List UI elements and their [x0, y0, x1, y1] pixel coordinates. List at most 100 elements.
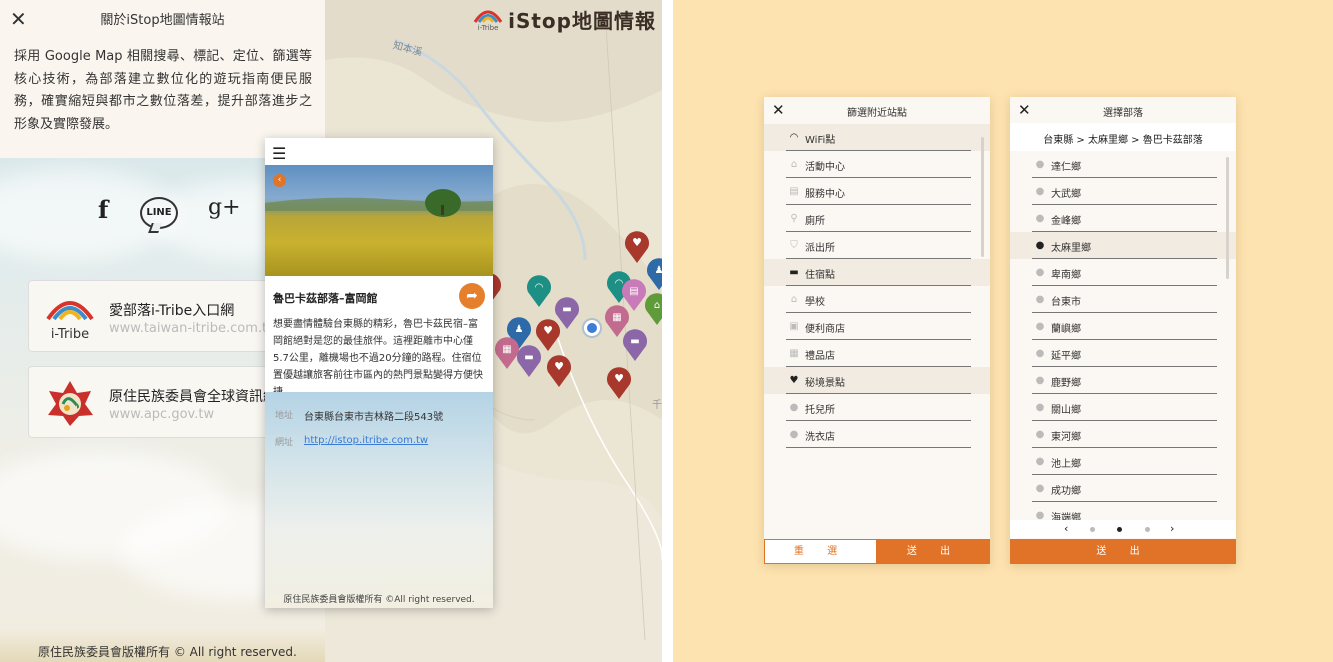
wifi-pin-icon[interactable]: ◠	[525, 272, 553, 308]
pin-icon: ●	[1035, 348, 1045, 359]
tribe-select-panel: ✕ 選擇部落 台東縣 > 太麻里鄉 > 魯巴卡茲部落 ● 達仁鄉 ● 大武鄉 ● 金峰…	[1010, 97, 1236, 564]
svg-text:▬: ▬	[524, 352, 533, 363]
next-page-icon[interactable]: ›	[1170, 522, 1174, 535]
filter-item-police[interactable]: ⛉ 派出所	[764, 232, 990, 259]
itribe-logo-icon: i-Tribe	[472, 6, 504, 32]
pin-icon: ●	[1035, 159, 1045, 170]
current-location-icon	[584, 320, 600, 336]
school-icon: ⌂	[790, 294, 798, 305]
breadcrumb: 台東縣 > 太麻里鄉 > 魯巴卡茲部落	[1043, 135, 1203, 146]
prev-page-icon[interactable]: ‹	[1064, 522, 1068, 535]
scrollbar[interactable]	[1226, 157, 1229, 279]
svg-text:♥: ♥	[543, 324, 553, 337]
filter-item-secret-spot[interactable]: ♥ 秘境景點	[764, 367, 990, 394]
list-item[interactable]: ● 台東市	[1010, 286, 1236, 313]
reset-button[interactable]: 重 選	[764, 539, 877, 564]
hamburger-menu-icon[interactable]: ☰	[272, 144, 286, 163]
heart-pin-icon[interactable]: ♥	[545, 352, 573, 388]
send-button[interactable]: 送 出	[877, 539, 990, 564]
wifi-icon: ◠	[789, 132, 799, 143]
filter-item-wifi[interactable]: ◠ WiFi點	[764, 124, 990, 151]
list-item[interactable]: ● 鹿野鄉	[1010, 367, 1236, 394]
heart-pin-icon[interactable]: ♥	[605, 364, 633, 400]
list-item[interactable]: ● 大武鄉	[1010, 178, 1236, 205]
filter-title: 篩選附近站點	[847, 108, 907, 119]
divider	[662, 0, 673, 662]
istop-brand: i-Tribe iStop地圖情報	[472, 4, 656, 34]
page-dot[interactable]	[1145, 527, 1150, 532]
filter-item-toilet[interactable]: ⚲ 廁所	[764, 205, 990, 232]
place-photo: ‹	[265, 165, 493, 276]
pagination: ‹ ›	[1010, 520, 1236, 538]
filter-item-school[interactable]: ⌂ 學校	[764, 286, 990, 313]
about-title: 關於iStop地圖情報站	[100, 13, 225, 28]
house-pin-icon[interactable]: ⌂	[643, 290, 662, 326]
itribe-logo-icon: i-Tribe	[43, 293, 97, 342]
pin-icon: ●	[1035, 429, 1045, 440]
tribe-title: 選擇部落	[1103, 108, 1143, 119]
svg-text:▬: ▬	[562, 304, 571, 315]
filter-item-nursery[interactable]: ● 托兒所	[764, 394, 990, 421]
svg-text:▬: ▬	[630, 336, 639, 347]
pin-icon: ●	[1035, 294, 1045, 305]
pin-icon: ●	[1035, 213, 1045, 224]
copyright-text: 原住民族委員會版權所有 © All right reserved.	[38, 645, 297, 659]
list-item[interactable]: ● 關山鄉	[1010, 394, 1236, 421]
link-url: www.apc.gov.tw	[109, 407, 215, 422]
pin-icon: ●	[1035, 456, 1045, 467]
list-item[interactable]: ● 延平鄉	[1010, 340, 1236, 367]
list-item-selected[interactable]: ● 太麻里鄉	[1010, 232, 1236, 259]
svg-text:♥: ♥	[632, 236, 642, 249]
about-description: 採用 Google Map 相關搜尋、標記、定位、篩選等核心技術，為部落建立數位…	[14, 49, 312, 132]
facebook-icon[interactable]: f	[98, 195, 108, 224]
place-info-section: 地址 台東縣台東市吉林路二段543號 網址 http://istop.itrib…	[265, 392, 493, 608]
list-item[interactable]: ● 金峰鄉	[1010, 205, 1236, 232]
list-item[interactable]: ● 蘭嶼鄉	[1010, 313, 1236, 340]
place-detail-card: ☰ ‹ 魯巴卡茲部落–富岡館 ➦ 想要盡情體驗台東縣的精彩，魯巴卡茲民宿–富岡館…	[265, 138, 493, 608]
list-item[interactable]: ● 卑南鄉	[1010, 259, 1236, 286]
svg-text:♟: ♟	[655, 265, 662, 276]
website-link[interactable]: http://istop.itribe.com.tw	[304, 435, 428, 446]
heart-icon: ♥	[789, 375, 799, 386]
bed-pin-icon[interactable]: ▬	[621, 326, 649, 362]
line-icon[interactable]: LINE	[140, 197, 178, 229]
filter-item-lodging[interactable]: ▬ 住宿點	[764, 259, 990, 286]
svg-text:♥: ♥	[614, 372, 624, 385]
address-value: 台東縣台東市吉林路二段543號	[304, 412, 444, 423]
page-dot[interactable]	[1090, 527, 1095, 532]
pin-icon: ●	[1035, 240, 1045, 251]
pin-icon: ●	[789, 429, 799, 440]
tribe-list: ● 達仁鄉 ● 大武鄉 ● 金峰鄉 ● 太麻里鄉 ● 卑南鄉 ● 台東市 ● 蘭嶼鄉 ● 延平鄉…	[1010, 151, 1236, 529]
svg-text:⌂: ⌂	[654, 300, 660, 311]
filter-item-service-center[interactable]: ▤ 服務中心	[764, 178, 990, 205]
send-button[interactable]: 送 出	[1010, 539, 1236, 564]
address-label: 地址	[275, 411, 294, 421]
navigate-button[interactable]: ➦	[459, 283, 485, 309]
list-item[interactable]: ● 池上鄉	[1010, 448, 1236, 475]
google-plus-icon[interactable]: g+	[208, 195, 241, 220]
place-description: 想要盡情體驗台東縣的精彩，魯巴卡茲民宿–富岡館絕對是您的最佳旅伴。這裡距離市中心…	[273, 319, 483, 398]
brand-logo-text: i-Tribe	[477, 24, 499, 32]
pin-icon: ●	[789, 402, 799, 413]
svg-text:◠: ◠	[535, 282, 544, 293]
filter-item-gift-shop[interactable]: ▦ 禮品店	[764, 340, 990, 367]
brand-name: iStop地圖情報	[508, 8, 656, 33]
toilet-pin-icon[interactable]: ♟	[645, 255, 662, 291]
filter-item-activity-center[interactable]: ⌂ 活動中心	[764, 151, 990, 178]
list-item[interactable]: ● 東河鄉	[1010, 421, 1236, 448]
filter-item-laundry[interactable]: ● 洗衣店	[764, 421, 990, 448]
svg-text:♥: ♥	[554, 360, 564, 373]
back-icon[interactable]: ‹	[273, 174, 286, 187]
list-item[interactable]: ● 成功鄉	[1010, 475, 1236, 502]
filter-item-convenience-store[interactable]: ▣ 便利商店	[764, 313, 990, 340]
list-item[interactable]: ● 達仁鄉	[1010, 151, 1236, 178]
pin-icon: ●	[1035, 186, 1045, 197]
filter-panel: ✕ 篩選附近站點 ◠ WiFi點 ⌂ 活動中心 ▤ 服務中心 ⚲ 廁所 ⛉ 派出所 ▬ 住宿…	[764, 97, 990, 564]
toilet-icon: ⚲	[790, 213, 798, 224]
scrollbar[interactable]	[981, 137, 984, 257]
svg-text:▦: ▦	[612, 312, 621, 323]
bed-pin-icon[interactable]: ▬	[515, 342, 543, 378]
page-dot-active[interactable]	[1117, 527, 1122, 532]
map-edge-mark: 千	[652, 400, 662, 411]
svg-text:▦: ▦	[502, 344, 511, 355]
